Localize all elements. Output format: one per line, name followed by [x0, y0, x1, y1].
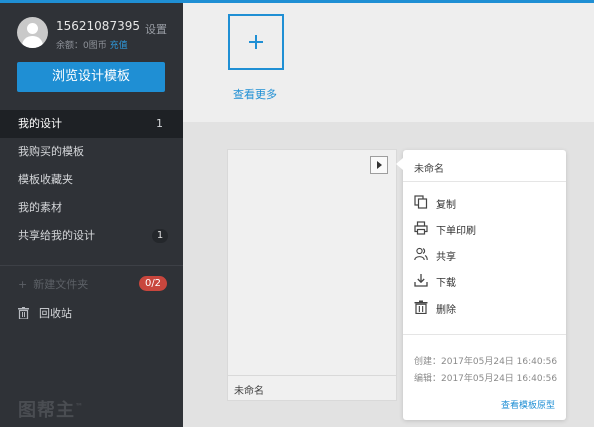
- sidebar-item-label: 我购买的模板: [18, 145, 84, 158]
- sidebar-menu: 我的设计 1 我购买的模板 模板收藏夹 我的素材 共享给我的设计 1: [0, 110, 183, 250]
- brand-logo: 图帮主™: [18, 400, 84, 421]
- balance-label: 余额：0图币: [56, 41, 107, 51]
- trash-icon: [414, 300, 428, 315]
- sidebar-item-trash[interactable]: 回收站: [18, 305, 72, 322]
- user-phone: 15621087395: [56, 19, 140, 33]
- sidebar-item-label: 我的设计: [18, 117, 62, 130]
- create-design-button[interactable]: [228, 14, 284, 70]
- card-footer: 未命名: [228, 375, 396, 400]
- printer-icon: [414, 221, 428, 235]
- sidebar-item-label: 共享给我的设计: [18, 229, 95, 242]
- avatar[interactable]: [17, 17, 48, 48]
- sidebar-item-my-materials[interactable]: 我的素材: [0, 194, 183, 222]
- action-label: 删除: [436, 305, 456, 316]
- action-label: 下载: [436, 278, 456, 289]
- settings-link[interactable]: 设置: [145, 21, 167, 37]
- balance-text: 余额：0图币 充值: [56, 38, 128, 51]
- popup-title: 未命名: [414, 164, 444, 175]
- design-action-popup: 未命名 复制 下单印刷 共享 下载 删除 创建：2017年05月24日 16:4…: [396, 150, 566, 420]
- design-card[interactable]: 未命名: [227, 149, 397, 401]
- created-timestamp: 创建：2017年05月24日 16:40:56: [414, 357, 558, 367]
- folder-quota-badge: 0/2: [139, 276, 167, 291]
- create-panel: 查看更多: [183, 3, 594, 122]
- card-title[interactable]: 未命名: [234, 382, 264, 397]
- popup-divider: [403, 334, 566, 335]
- sidebar-item-template-favorites[interactable]: 模板收藏夹: [0, 166, 183, 194]
- sidebar-item-shared-with-me[interactable]: 共享给我的设计 1: [0, 222, 183, 250]
- card-menu-toggle-icon[interactable]: [370, 156, 388, 174]
- view-more-link[interactable]: 查看更多: [233, 86, 277, 102]
- popup-divider: [403, 181, 566, 182]
- action-label: 下单印刷: [436, 226, 476, 237]
- share-users-icon: [414, 247, 428, 261]
- sidebar-item-count: 1: [156, 117, 163, 130]
- sidebar-item-label: 模板收藏夹: [18, 173, 73, 186]
- avatar-body-shape: [22, 36, 43, 48]
- new-folder-label: 新建文件夹: [33, 278, 89, 291]
- main-content: 查看更多 未命名 未命名 复制 下单印刷 共享 下载 删除 创建：2017年05…: [183, 3, 594, 427]
- sidebar-item-count: 1: [152, 229, 168, 243]
- sidebar-divider: [0, 265, 183, 266]
- download-icon: [414, 273, 428, 287]
- sidebar-item-purchased-templates[interactable]: 我购买的模板: [0, 138, 183, 166]
- action-label: 共享: [436, 252, 456, 263]
- trash-label: 回收站: [39, 307, 72, 320]
- recharge-link[interactable]: 充值: [110, 41, 128, 51]
- plus-icon: +: [18, 278, 28, 291]
- sidebar-item-label: 我的素材: [18, 201, 62, 214]
- action-label: 复制: [436, 200, 456, 211]
- sidebar: 15621087395 设置 余额：0图币 充值 浏览设计模板 我的设计 1 我…: [0, 3, 183, 427]
- view-template-prototype-link[interactable]: 查看模板原型: [501, 398, 555, 411]
- copy-icon: [414, 195, 428, 209]
- sidebar-item-my-designs[interactable]: 我的设计 1: [0, 110, 183, 138]
- trash-icon: [18, 306, 29, 322]
- new-folder-button[interactable]: + 新建文件夹: [18, 276, 88, 292]
- edited-timestamp: 编辑：2017年05月24日 16:40:56: [414, 374, 558, 384]
- browse-templates-button[interactable]: 浏览设计模板: [17, 62, 165, 92]
- avatar-head-shape: [27, 23, 38, 34]
